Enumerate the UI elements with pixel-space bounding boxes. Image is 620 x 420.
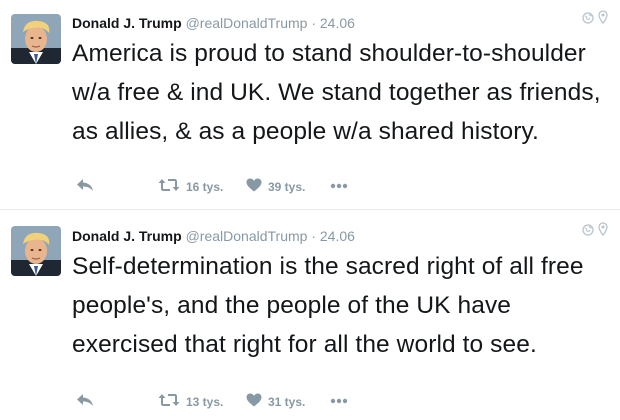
reply-button[interactable] [76,393,94,410]
heart-icon [246,178,262,195]
avatar[interactable] [11,226,61,276]
like-count: 31 tys. [268,394,306,409]
retweet-icon [158,178,180,195]
tweet-feed: Donald J. Trump @realDonaldTrump · 24.06… [0,0,620,420]
more-dots-icon [330,393,348,407]
tweet-text: America is proud to stand shoulder-to-sh… [72,40,601,145]
tweet-header: Donald J. Trump @realDonaldTrump · 24.06 [72,15,355,31]
tweet-meta-icons [582,222,608,241]
tweet-actions: 16 tys. 39 tys. [72,178,372,200]
separator: · [311,15,316,31]
tweet-date[interactable]: 24.06 [320,15,355,31]
globe-icon [582,11,594,29]
location-pin-icon[interactable] [598,222,608,241]
retweet-button[interactable]: 16 tys. [158,178,223,195]
location-pin-icon[interactable] [598,10,608,29]
avatar[interactable] [11,14,61,64]
heart-icon [246,393,262,410]
retweet-count: 13 tys. [186,394,224,409]
tweet-meta-icons [582,10,608,29]
retweet-icon [158,393,180,410]
author-handle[interactable]: @realDonaldTrump [186,15,308,31]
tweet-date[interactable]: 24.06 [320,228,355,244]
separator: · [311,228,316,244]
like-button[interactable]: 39 tys. [246,178,305,195]
tweet-actions: 13 tys. 31 tys. [72,393,372,415]
more-button[interactable] [330,393,348,407]
tweet[interactable]: Donald J. Trump @realDonaldTrump · 24.06… [0,210,620,420]
tweet-header: Donald J. Trump @realDonaldTrump · 24.06 [72,228,355,244]
retweet-button[interactable]: 13 tys. [158,393,223,410]
author-name[interactable]: Donald J. Trump [72,228,182,244]
tweet[interactable]: Donald J. Trump @realDonaldTrump · 24.06… [0,0,620,210]
retweet-count: 16 tys. [186,179,224,194]
author-handle[interactable]: @realDonaldTrump [186,228,308,244]
like-button[interactable]: 31 tys. [246,393,305,410]
reply-button[interactable] [76,178,94,195]
reply-icon [76,178,94,195]
like-count: 39 tys. [268,179,306,194]
more-dots-icon [330,178,348,192]
tweet-text: Self-determination is the sacred right o… [72,253,584,358]
more-button[interactable] [330,178,348,192]
author-name[interactable]: Donald J. Trump [72,15,182,31]
reply-icon [76,393,94,410]
globe-icon [582,223,594,241]
